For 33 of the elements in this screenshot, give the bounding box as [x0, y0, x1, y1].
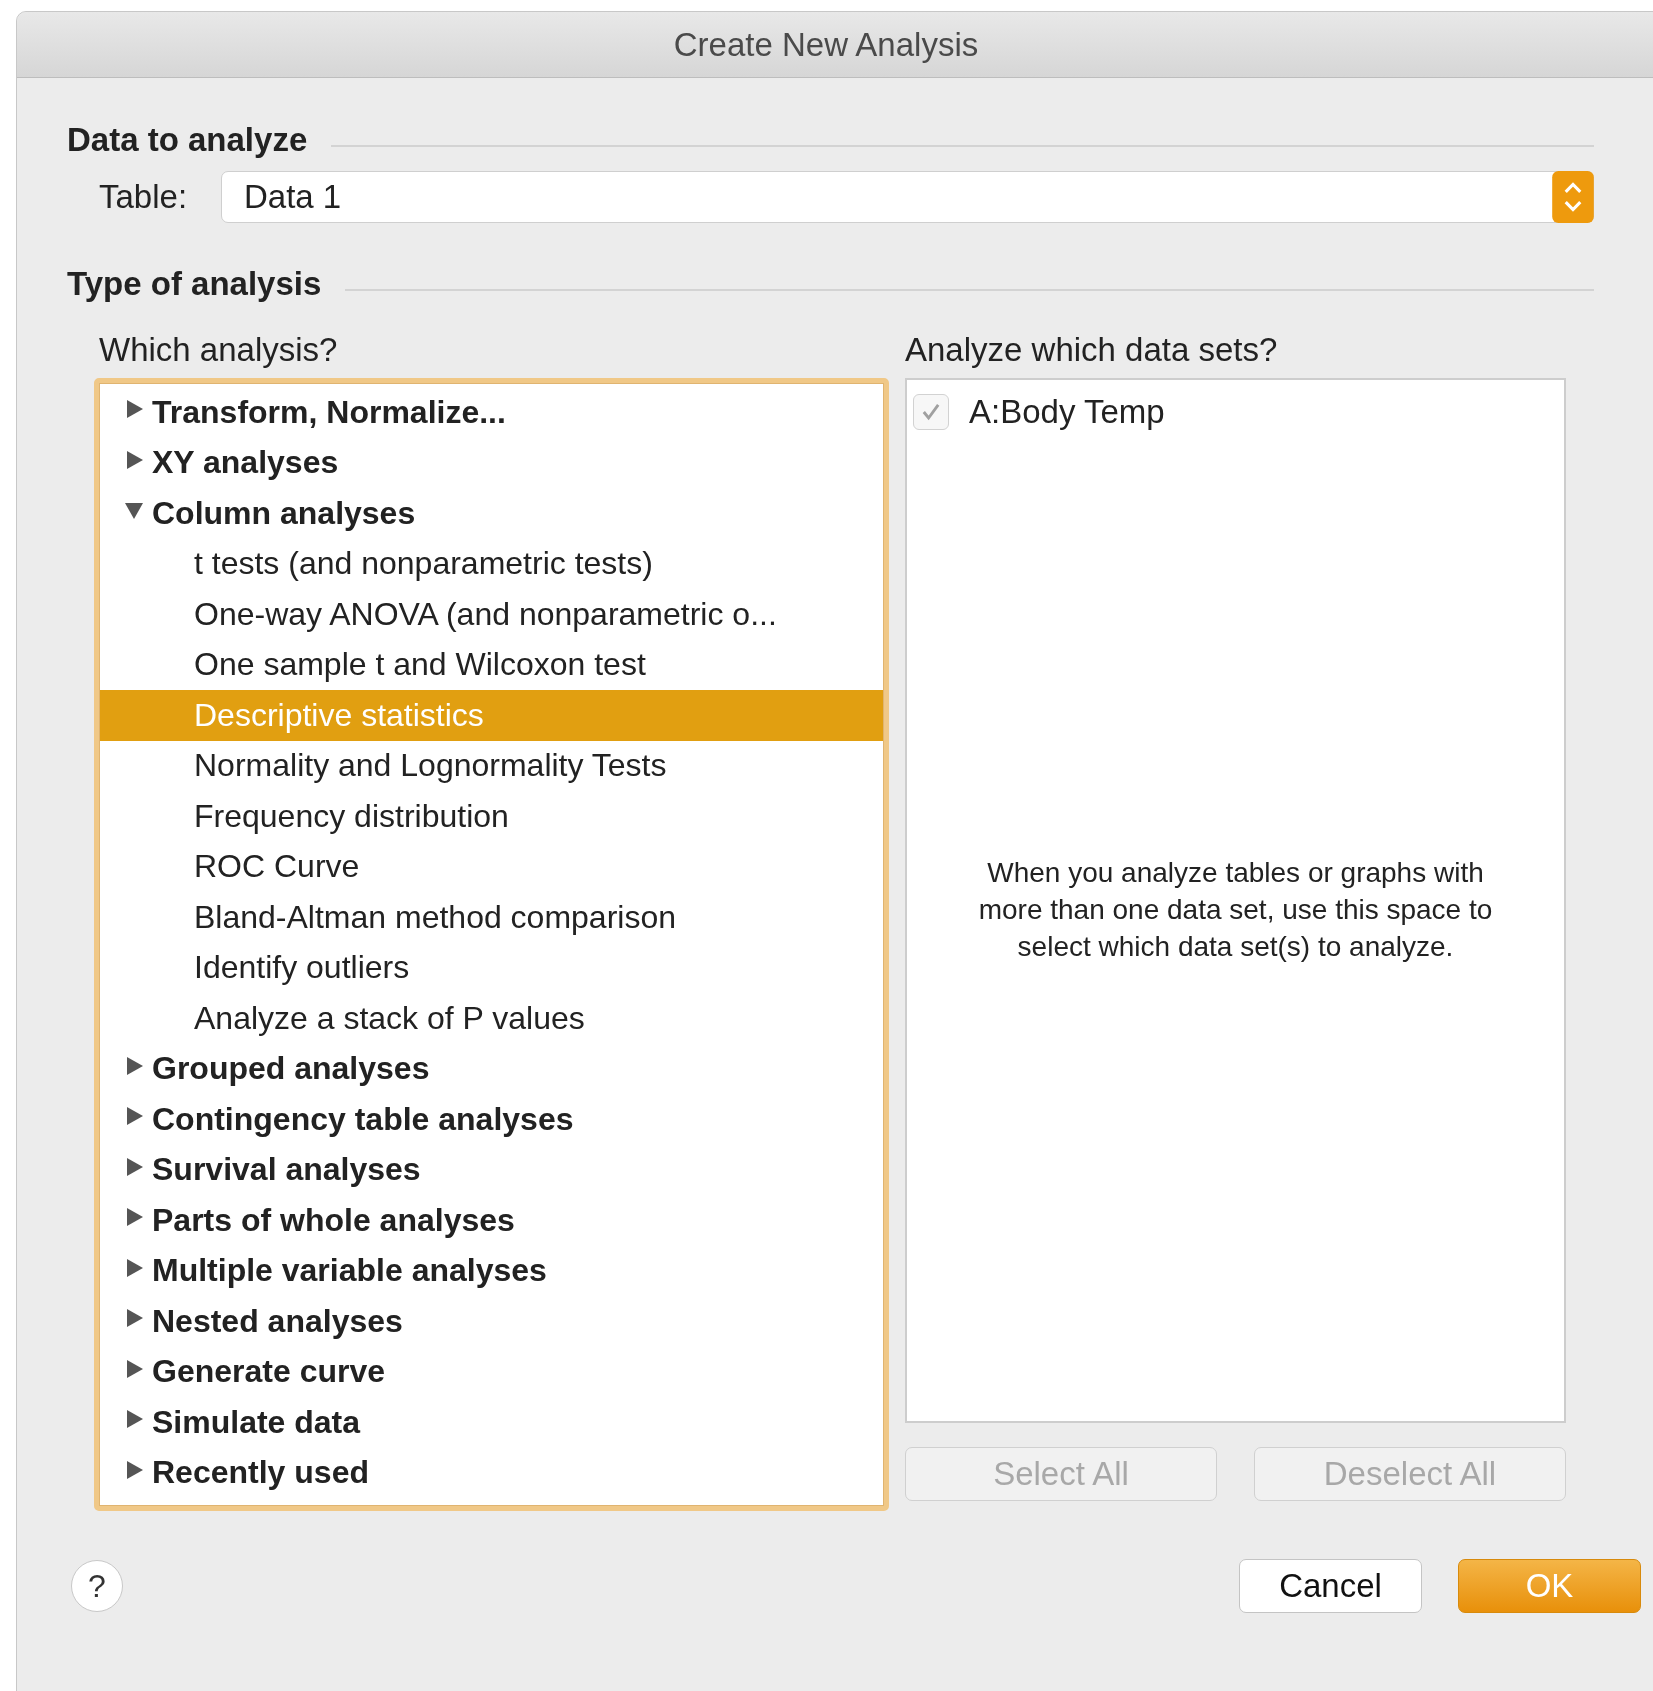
tree-item[interactable]: Grouped analyses [100, 1043, 883, 1094]
help-button[interactable]: ? [71, 1560, 123, 1612]
tree-item[interactable]: ROC Curve [100, 841, 883, 892]
tree-item[interactable]: Recently used [100, 1447, 883, 1498]
section-heading: Data to analyze [67, 121, 308, 159]
section-heading: Type of analysis [67, 265, 322, 303]
tree-item[interactable]: Generate curve [100, 1346, 883, 1397]
tree-item[interactable]: Nested analyses [100, 1296, 883, 1347]
tree-item[interactable]: Parts of whole analyses [100, 1195, 883, 1246]
list-label: Which analysis? [98, 330, 339, 370]
tree-item[interactable]: t tests (and nonparametric tests) [100, 538, 883, 589]
data-set-label: A:Body Temp [969, 393, 1165, 431]
tree-item[interactable]: One-way ANOVA (and nonparametric o... [100, 589, 883, 640]
tree-item[interactable]: Bland-Altman method comparison [100, 892, 883, 943]
tree-item[interactable]: Frequency distribution [100, 791, 883, 842]
tree-item[interactable]: XY analyses [100, 437, 883, 488]
chevron-icon [1552, 171, 1594, 223]
table-popup[interactable]: Data 1 [221, 171, 1594, 223]
tree-item[interactable]: One sample t and Wilcoxon test [100, 639, 883, 690]
tree-item[interactable]: Normality and Lognormality Tests [100, 740, 883, 791]
cancel-button[interactable]: Cancel [1239, 1559, 1422, 1613]
tree-item[interactable]: Column analyses [100, 488, 883, 539]
table-label: Table: [99, 178, 189, 216]
window-title: Create New Analysis [673, 25, 979, 64]
tree-item[interactable]: Identify outliers [100, 942, 883, 993]
tree-item[interactable]: Simulate data [100, 1397, 883, 1448]
list-label: Analyze which data sets? [905, 330, 1279, 370]
tree-item[interactable]: Survival analyses [100, 1144, 883, 1195]
tree-item[interactable]: Transform, Normalize... [100, 387, 883, 438]
tree-item[interactable]: Analyze a stack of P values [100, 993, 883, 1044]
hint-text: When you analyze tables or graphs with more than one data set, use this space to select which data set(s) to analyze. [977, 856, 1494, 964]
tree-item[interactable]: Multiple variable analyses [100, 1245, 883, 1296]
tree-item[interactable]: Contingency table analyses [100, 1094, 883, 1145]
